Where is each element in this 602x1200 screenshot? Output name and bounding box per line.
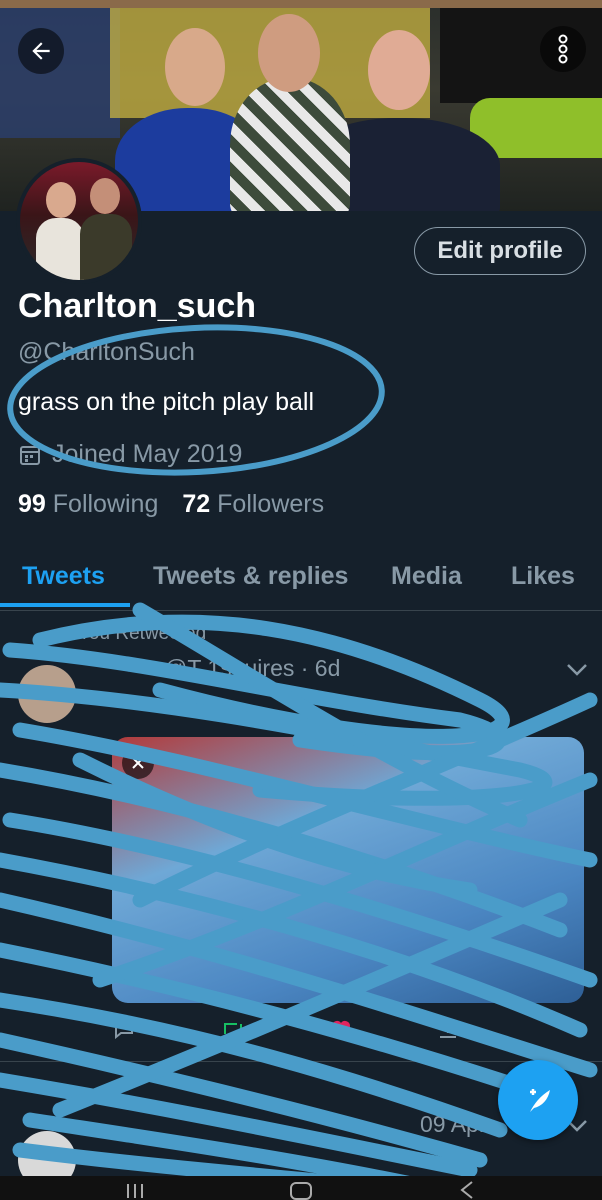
more-vertical-icon [558,34,568,64]
tweet-divider [0,1061,602,1062]
avatar-person-right [80,214,132,280]
top-strip [0,0,602,8]
follow-stats: 99 Following 72 Followers [18,490,324,519]
tweet-action-bar [112,1015,492,1045]
tab-media[interactable]: Media [391,562,462,591]
banner-person-left-head [165,28,225,106]
user-handle: @CharltonSuch [18,338,195,366]
calendar-icon [20,445,40,465]
compose-feather-icon [530,1089,550,1112]
followers-link[interactable]: 72 Followers [182,490,324,519]
profile-bio: grass on the pitch play ball [18,388,315,416]
avatar-person-right-head [90,178,120,214]
following-label: Following [52,490,159,518]
following-link[interactable]: 99 Following [18,490,158,519]
display-name: Charlton_such [18,287,257,325]
banner-person-middle [230,78,350,211]
followers-count: 72 [182,490,211,518]
system-nav-bar [0,1176,602,1200]
tweet-media-image[interactable] [112,737,584,1003]
close-icon [132,757,144,769]
edit-profile-button[interactable]: Edit profile [414,227,586,275]
profile-avatar[interactable] [16,158,142,284]
compose-tweet-button[interactable] [498,1060,578,1140]
tab-likes[interactable]: Likes [511,562,575,591]
following-count: 99 [18,490,46,518]
media-close-button[interactable] [122,747,154,779]
arrow-left-icon [32,42,50,60]
joined-date-row: Joined May 2019 [18,440,242,469]
active-tab-indicator [0,603,130,607]
tweet2-date: 09 Apr [420,1111,487,1137]
tweet-menu-button[interactable] [566,663,588,682]
home-icon[interactable] [288,1180,314,1200]
tweet-header: · @T 1squires · 6d [150,655,341,681]
more-options-button[interactable] [540,26,586,72]
joined-date: Joined May 2019 [52,440,243,468]
reply-icon[interactable] [112,1017,136,1041]
banner-bg-blue [0,8,120,138]
banner-person-right-head [368,30,430,110]
heart-icon[interactable] [328,1017,354,1041]
retweet-icon[interactable] [220,1017,246,1041]
chevron-down-icon [567,664,587,676]
tab-tweets-and-replies[interactable]: Tweets & replies [153,562,348,591]
retweet-note: You Retweeted [78,623,207,644]
back-nav-icon[interactable] [456,1180,478,1200]
recent-apps-icon[interactable] [124,1182,146,1200]
banner-person-middle-head [258,14,320,92]
avatar-person-left-head [46,182,76,218]
share-icon[interactable] [436,1017,460,1041]
back-button[interactable] [18,28,64,74]
tweet-author-avatar[interactable] [18,665,76,723]
followers-label: Followers [217,490,325,518]
avatar-person-left [36,218,84,280]
tab-tweets[interactable]: Tweets [22,562,105,591]
